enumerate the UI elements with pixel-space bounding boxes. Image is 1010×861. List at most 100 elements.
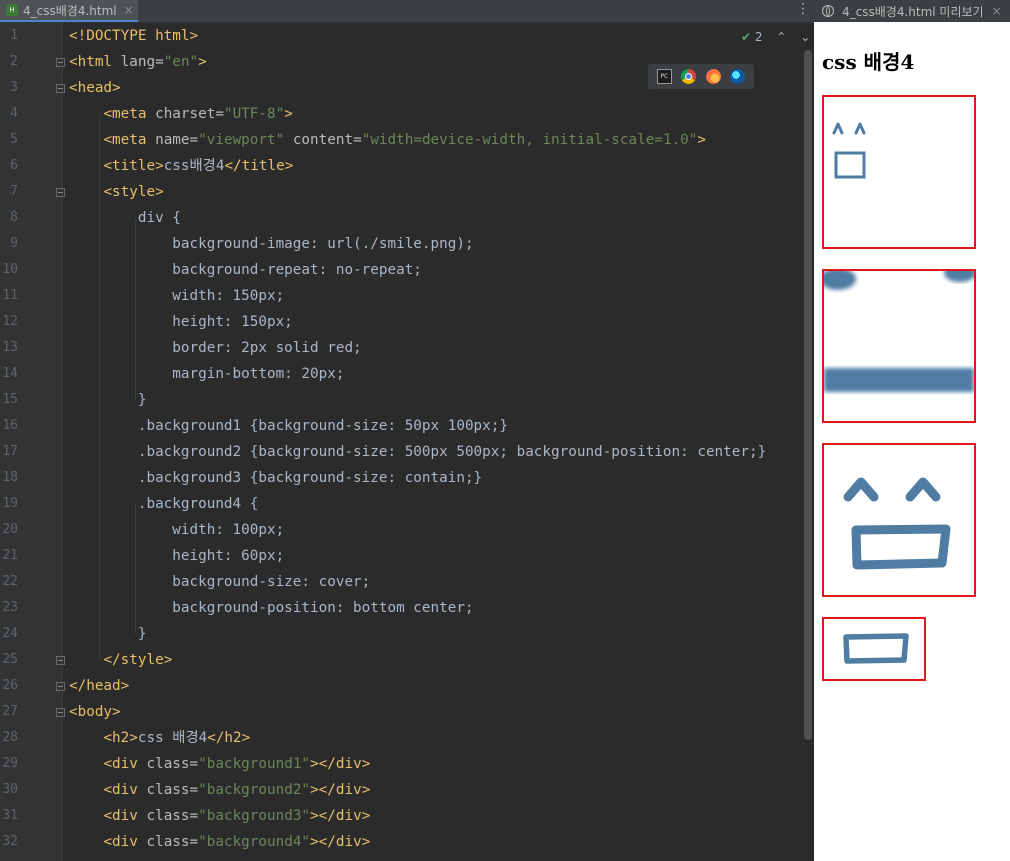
- editor-tab[interactable]: H 4_css배경4.html ×: [0, 0, 138, 22]
- more-icon[interactable]: ⋮: [796, 1, 810, 17]
- code-line[interactable]: background-image: url(./smile.png);: [69, 231, 473, 257]
- pycharm-icon[interactable]: PC: [656, 69, 672, 84]
- chrome-icon[interactable]: [681, 69, 697, 84]
- code-line[interactable]: height: 150px;: [69, 309, 293, 335]
- line-number: 18: [2, 470, 18, 485]
- code-token: </h2>: [207, 730, 251, 746]
- code-line[interactable]: <html lang="en">: [69, 49, 207, 75]
- code-token: <h2>: [103, 730, 138, 746]
- code-line[interactable]: background-size: cover;: [69, 569, 370, 595]
- chevron-up-icon[interactable]: ⌃: [776, 30, 786, 44]
- code-line[interactable]: background-position: bottom center;: [69, 595, 474, 621]
- firefox-icon[interactable]: [705, 69, 721, 84]
- code-token: lang=: [120, 54, 164, 70]
- code-token: <div: [103, 808, 147, 824]
- code-line[interactable]: <head>: [69, 75, 121, 101]
- code-line[interactable]: </style>: [69, 647, 172, 673]
- line-number: 30: [2, 782, 18, 797]
- code-token: charset=: [155, 106, 224, 122]
- code-line[interactable]: .background3 {background-size: contain;}: [69, 465, 482, 491]
- edge-icon[interactable]: [730, 69, 746, 84]
- code-token: ></div>: [310, 756, 371, 772]
- code-token: >: [697, 132, 706, 148]
- code-line[interactable]: <div class="background3"></div>: [69, 803, 370, 829]
- code-line[interactable]: <meta charset="UTF-8">: [69, 101, 292, 127]
- background3-box: [822, 443, 976, 597]
- code-line[interactable]: .background1 {background-size: 50px 100p…: [69, 413, 508, 439]
- background2-box: [822, 269, 976, 423]
- code-line[interactable]: <h2>css 배경4</h2>: [69, 725, 250, 751]
- line-number: 8: [10, 210, 18, 225]
- code-token: <body>: [69, 704, 121, 720]
- code-line[interactable]: <body>: [69, 699, 121, 725]
- code-token: border: 2px solid red;: [69, 340, 362, 356]
- code-token: css 배경4: [137, 730, 208, 746]
- line-number: 10: [2, 262, 18, 277]
- preview-pane: 4_css배경4.html 미리보기 × css 배경4: [814, 0, 1010, 861]
- code-line[interactable]: <!DOCTYPE html>: [69, 23, 198, 49]
- inspection-widget[interactable]: ✔ 2 ⌃ ⌄: [741, 30, 810, 44]
- line-number: 32: [2, 834, 18, 849]
- code-token: class=: [146, 834, 199, 850]
- code-token: margin-bottom: 20px;: [69, 366, 345, 382]
- code-line[interactable]: <title>css배경4</title>: [69, 153, 293, 179]
- code-area[interactable]: <!DOCTYPE html> <html lang="en"> <head> <m…: [63, 22, 803, 861]
- line-number: 17: [2, 444, 18, 459]
- preview-tab[interactable]: 4_css배경4.html 미리보기 ×: [814, 0, 1010, 22]
- code-line[interactable]: <div class="background1"></div>: [69, 751, 370, 777]
- code-line[interactable]: width: 100px;: [69, 517, 284, 543]
- code-token: </title>: [224, 158, 294, 174]
- code-editor[interactable]: H 4_css배경4.html × ⋮ 1 2 3 4 5 6 7 8 9 10 11 12 13 14 1…: [0, 0, 814, 861]
- code-token: <meta: [103, 132, 156, 148]
- code-line[interactable]: </head>: [69, 673, 129, 699]
- preview-tab-label: 4_css배경4.html 미리보기: [842, 4, 984, 19]
- check-icon: ✔: [741, 30, 752, 44]
- code-line[interactable]: height: 60px;: [69, 543, 284, 569]
- line-number: 7: [10, 184, 18, 199]
- code-token: <meta: [103, 106, 156, 122]
- code-line[interactable]: .background4 {: [69, 491, 259, 517]
- code-line[interactable]: background-repeat: no-repeat;: [69, 257, 422, 283]
- code-token: .background1 {background-size: 50px 100p…: [69, 418, 508, 434]
- code-token: class=: [146, 808, 199, 824]
- code-line[interactable]: <meta name="viewport" content="width=dev…: [69, 127, 706, 153]
- background1-box: [822, 95, 976, 249]
- line-number: 3: [10, 80, 18, 95]
- line-number: 2: [10, 54, 18, 69]
- smile-image-zoomed: [824, 271, 974, 392]
- code-line[interactable]: <div class="background2"></div>: [69, 777, 370, 803]
- line-number: 27: [2, 704, 18, 719]
- code-token: background-repeat: no-repeat;: [69, 262, 422, 278]
- chevron-down-icon[interactable]: ⌄: [800, 30, 810, 44]
- code-token: <style>: [103, 184, 164, 200]
- line-number: 1: [10, 28, 18, 43]
- code-line[interactable]: div {: [69, 205, 181, 231]
- code-token: height: 150px;: [69, 314, 293, 330]
- code-token: "background2": [198, 782, 311, 798]
- code-line[interactable]: <div class="background4"></div>: [69, 829, 370, 855]
- line-number: 9: [10, 236, 18, 251]
- code-line[interactable]: margin-bottom: 20px;: [69, 361, 344, 387]
- code-line[interactable]: width: 150px;: [69, 283, 284, 309]
- code-line[interactable]: }: [69, 387, 147, 413]
- code-line[interactable]: <style>: [69, 179, 164, 205]
- close-icon[interactable]: ×: [992, 4, 1002, 18]
- close-icon[interactable]: ×: [124, 3, 134, 17]
- code-token: <title>: [103, 158, 164, 174]
- vertical-scrollbar[interactable]: [804, 50, 812, 740]
- inspection-count: 2: [754, 30, 763, 44]
- code-line[interactable]: border: 2px solid red;: [69, 335, 362, 361]
- code-token: }: [69, 392, 147, 408]
- code-token: div {: [69, 210, 181, 226]
- line-number: 15: [2, 392, 18, 407]
- line-number: 20: [2, 522, 18, 537]
- code-line[interactable]: .background2 {background-size: 500px 500…: [69, 439, 766, 465]
- code-line[interactable]: }: [69, 621, 147, 647]
- code-token: background-position: bottom center;: [69, 600, 474, 616]
